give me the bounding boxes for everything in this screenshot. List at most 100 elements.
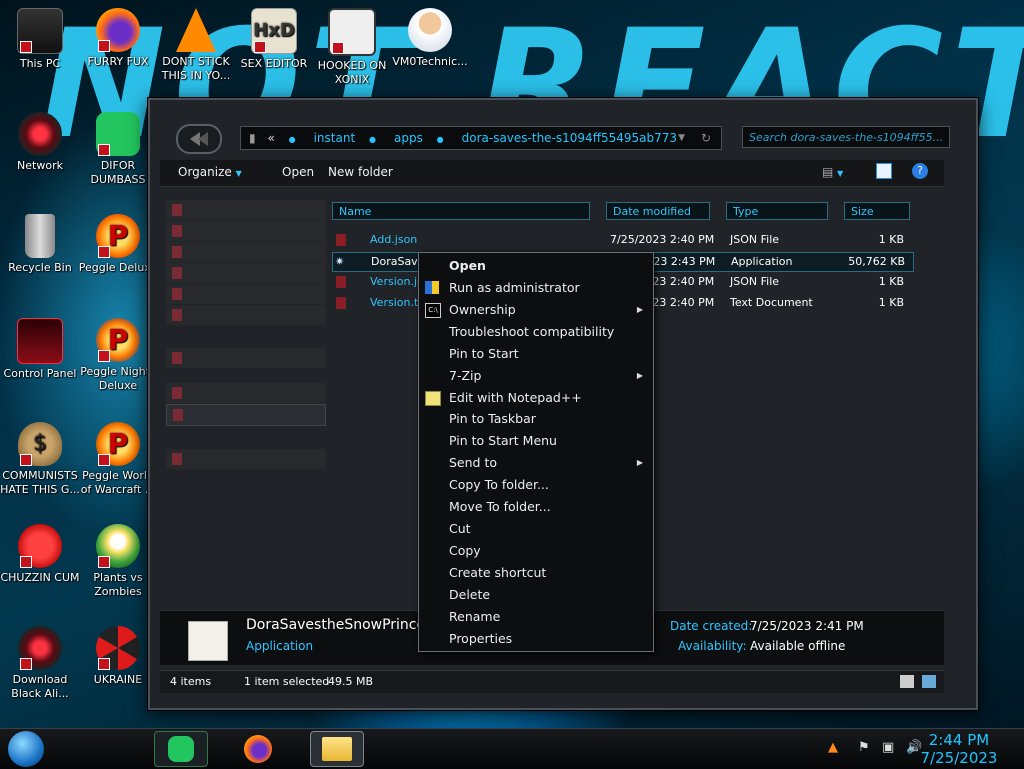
breadcrumb-apps[interactable]: apps: [394, 131, 423, 145]
details-view-icon[interactable]: [900, 675, 914, 688]
menu-item-edit-notepadpp[interactable]: Edit with Notepad++: [419, 388, 651, 408]
flag-icon[interactable]: ⚑: [858, 740, 870, 755]
menu-item-send-to[interactable]: Send to ▶: [419, 453, 651, 473]
menu-item-move-to-folder[interactable]: Move To folder...: [419, 497, 651, 517]
availability-value: Available offline: [750, 639, 846, 653]
tree-item[interactable]: [166, 284, 326, 304]
menu-item-properties[interactable]: Properties: [419, 629, 651, 649]
menu-item-cut[interactable]: Cut: [419, 519, 651, 539]
back-button[interactable]: [176, 124, 222, 154]
start-button[interactable]: [8, 731, 44, 767]
tree-item[interactable]: [166, 348, 326, 368]
menu-item-troubleshoot[interactable]: Troubleshoot compatibility: [419, 322, 651, 342]
menu-item-pin-to-start[interactable]: Pin to Start: [419, 344, 651, 364]
money-bag-icon: $: [18, 422, 62, 466]
menu-item-run-as-admin[interactable]: Run as administrator: [419, 278, 651, 298]
desktop-icon-difor-dumbass[interactable]: DIFOR DUMBASS: [78, 112, 158, 187]
tree-item[interactable]: [166, 221, 326, 241]
menu-item-open[interactable]: Open: [419, 256, 651, 276]
desktop-icon-sex-editor[interactable]: HxD SEX EDITOR: [234, 8, 314, 71]
tree-item[interactable]: [166, 263, 326, 283]
desktop-icon-dont-stick[interactable]: DONT STICK THIS IN YO...: [156, 8, 236, 83]
desktop-icon-download-black[interactable]: Download Black Ali...: [0, 626, 80, 701]
menu-item-copy[interactable]: Copy: [419, 541, 651, 561]
desktop-icon-ukraine[interactable]: UKRAINE: [78, 626, 158, 687]
context-menu: Open Run as administrator C:\ Ownership ▶ …: [418, 252, 654, 652]
desktop-icon-network[interactable]: Network: [0, 112, 80, 173]
clock-time: 2:44 PM: [928, 731, 990, 749]
tree-item[interactable]: [166, 383, 326, 403]
network-tray-icon[interactable]: ▣: [882, 740, 894, 755]
desktop-icon-this-pc[interactable]: This PC: [0, 8, 80, 71]
desktop-icon-vm0technic[interactable]: VM0Technic...: [390, 8, 470, 69]
desktop-icon-label: FURRY FUX: [87, 55, 149, 68]
preview-pane-icon[interactable]: [876, 163, 892, 179]
tree-item[interactable]: [166, 305, 326, 325]
taskbar-file-explorer[interactable]: [310, 731, 364, 767]
tree-item-selected[interactable]: [166, 404, 326, 426]
clock[interactable]: 2:44 PM 7/25/2023: [914, 731, 1004, 767]
view-options-icon[interactable]: ▤ ▼: [822, 165, 843, 179]
search-input[interactable]: Search dora-saves-the-s1094ff55...: [742, 126, 950, 148]
menu-item-ownership[interactable]: C:\ Ownership ▶: [419, 300, 651, 320]
desktop-icon-label: This PC: [19, 57, 61, 70]
search-placeholder: Search dora-saves-the-s1094ff55...: [749, 131, 944, 144]
column-size[interactable]: Size: [844, 202, 910, 220]
desktop-icon-communists[interactable]: $ COMMUNISTS HATE THIS G...: [0, 422, 80, 497]
desktop-icon-label: CHUZZIN CUM: [0, 571, 80, 584]
desktop-icon-label: Peggle World of Warcraft ...: [80, 469, 156, 496]
large-icons-view-icon[interactable]: [922, 675, 936, 688]
column-name[interactable]: Name: [332, 202, 590, 220]
desktop-icon-control-panel[interactable]: Control Panel: [0, 318, 80, 381]
column-date-modified[interactable]: Date modified: [606, 202, 710, 220]
desktop-icon-hooked-on-xonix[interactable]: HOOKED ON XONIX: [312, 8, 392, 87]
desktop-icon-label: DONT STICK THIS IN YO...: [161, 55, 231, 82]
menu-item-label: Open: [449, 258, 486, 273]
desktop-icon-peggle-nights[interactable]: P Peggle Nights Deluxe: [78, 318, 158, 393]
desktop-icon-recycle-bin[interactable]: Recycle Bin: [0, 214, 80, 275]
desktop-icon-peggle-deluxe[interactable]: P Peggle Deluxe: [78, 214, 158, 275]
folder-icon: [172, 246, 182, 258]
menu-item-create-shortcut[interactable]: Create shortcut: [419, 563, 651, 583]
menu-item-label: Send to: [449, 455, 498, 470]
tree-item[interactable]: [166, 449, 326, 469]
chevron-down-icon[interactable]: ▼: [678, 127, 685, 149]
desktop-icon-chuzzin-cum[interactable]: CHUZZIN CUM: [0, 524, 80, 585]
availability-label: Availability:: [678, 639, 747, 653]
menu-item-delete[interactable]: Delete: [419, 585, 651, 605]
menu-item-pin-to-start-menu[interactable]: Pin to Start Menu: [419, 431, 651, 451]
peggle-wow-icon: P: [96, 422, 140, 466]
menu-item-label: Edit with Notepad++: [449, 390, 582, 405]
organize-button[interactable]: Organize ▼: [178, 165, 242, 179]
desktop-icon-furry-fux[interactable]: FURRY FUX: [78, 8, 158, 69]
menu-item-label: Cut: [449, 521, 471, 536]
file-row[interactable]: Add.json 7/25/2023 2:40 PM JSON File 1 K…: [332, 231, 912, 249]
file-name: Add.json: [370, 233, 418, 246]
tree-item[interactable]: [166, 200, 326, 220]
breadcrumb-instant[interactable]: instant: [314, 131, 356, 145]
column-type[interactable]: Type: [726, 202, 828, 220]
menu-item-copy-to-folder[interactable]: Copy To folder...: [419, 475, 651, 495]
menu-item-label: 7-Zip: [449, 368, 482, 383]
menu-item-pin-to-taskbar[interactable]: Pin to Taskbar: [419, 409, 651, 429]
organize-label: Organize: [178, 165, 232, 179]
desktop-icon-plants-vs-zombies[interactable]: Plants vs Zombies: [78, 524, 158, 599]
address-bar[interactable]: ▮ « ● instant ● apps ● dora-saves-the-s1094…: [240, 126, 722, 150]
menu-item-7zip[interactable]: 7-Zip ▶: [419, 366, 651, 386]
desktop-icon-peggle-wow[interactable]: P Peggle World of Warcraft ...: [78, 422, 158, 497]
new-folder-button[interactable]: New folder: [328, 165, 393, 179]
menu-item-label: Delete: [449, 587, 491, 602]
recycle-bin-icon: [25, 214, 55, 258]
help-icon[interactable]: ?: [912, 163, 928, 179]
refresh-icon[interactable]: ↻: [701, 127, 711, 149]
open-button[interactable]: Open: [282, 165, 314, 179]
menu-item-rename[interactable]: Rename: [419, 607, 651, 627]
computer-icon: [17, 8, 63, 54]
taskbar-notes-app[interactable]: [154, 731, 208, 767]
notification-app-icon[interactable]: ▲: [828, 740, 838, 755]
taskbar-firefox[interactable]: [232, 731, 284, 765]
breadcrumb-prefix[interactable]: «: [267, 131, 274, 145]
taskbar: ▲ ⚑ ▣ 🔊 2:44 PM 7/25/2023: [0, 728, 1024, 769]
tree-item[interactable]: [166, 242, 326, 262]
breadcrumb-current-folder[interactable]: dora-saves-the-s1094ff55495ab773: [462, 131, 677, 145]
